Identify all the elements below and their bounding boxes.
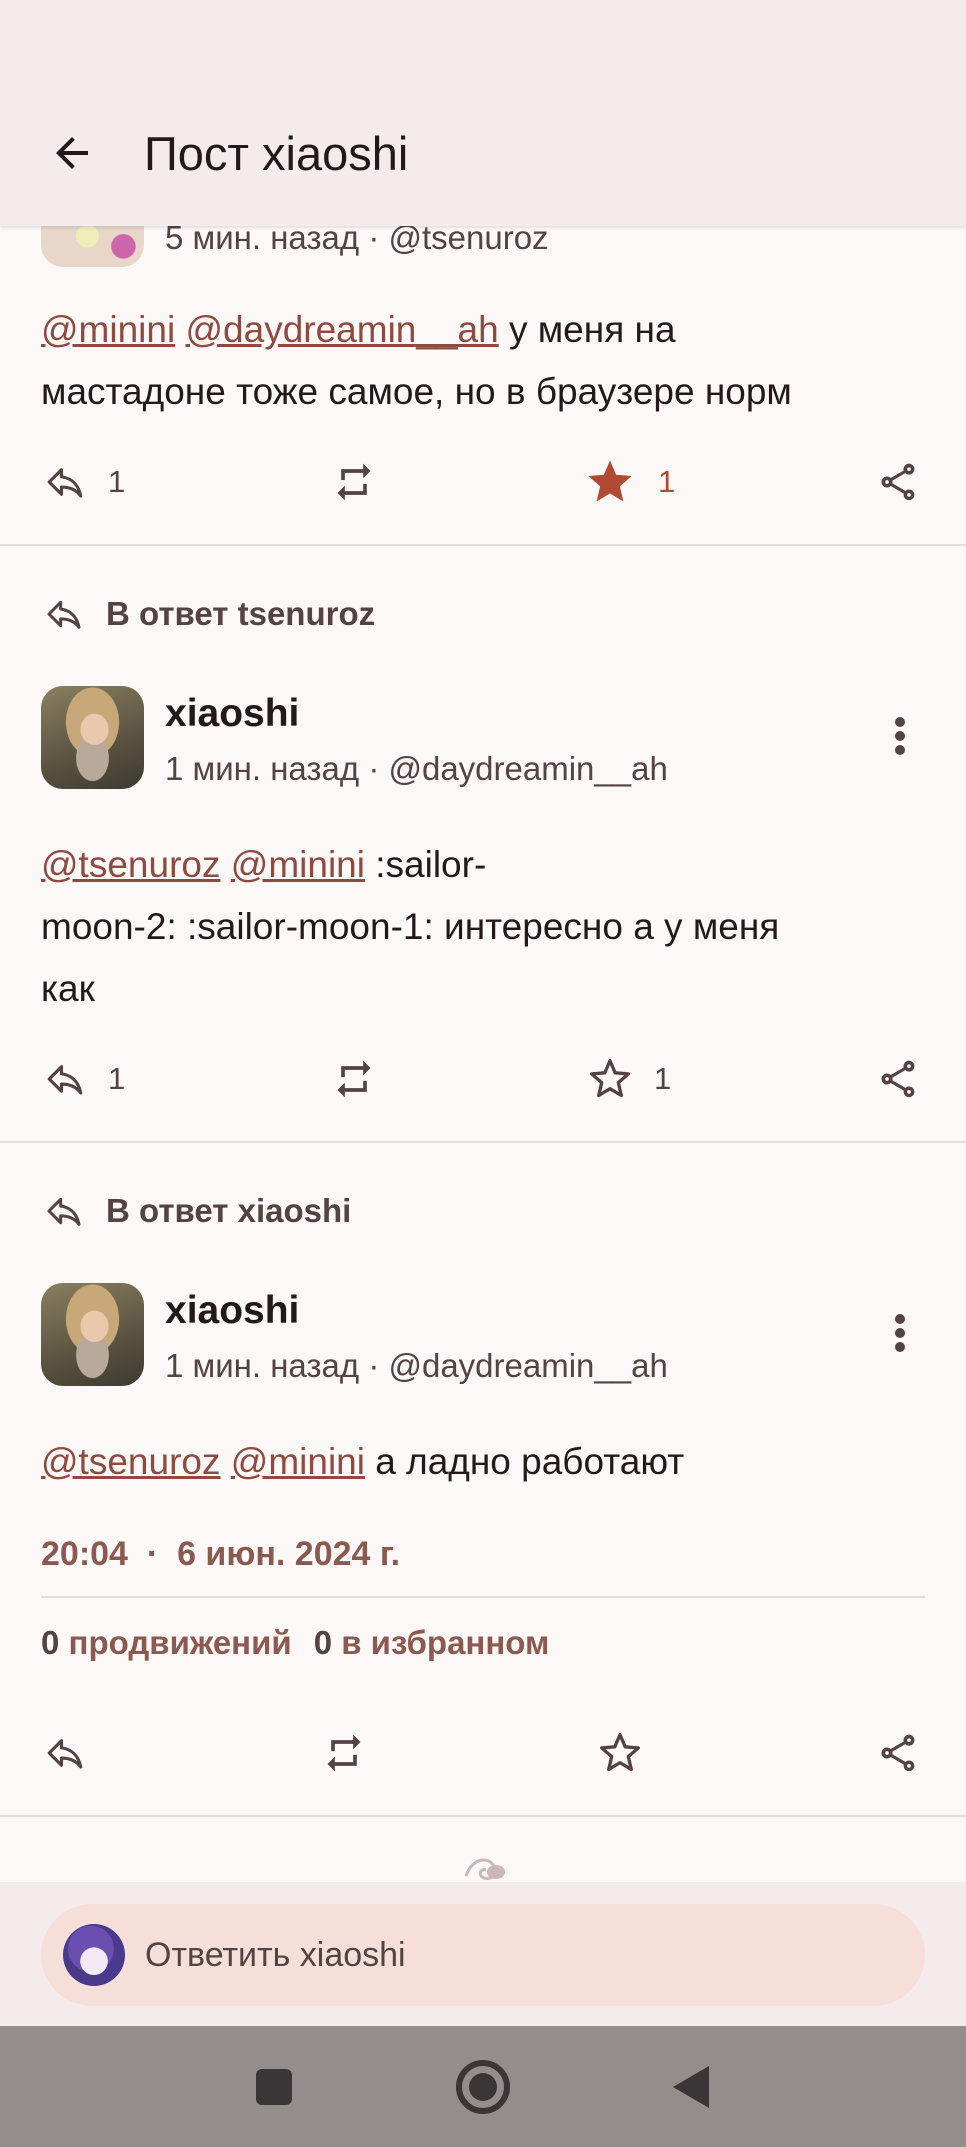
mention-link[interactable]: @tsenuroz xyxy=(41,844,220,885)
reply-composer-bar: Ответить xiaoshi xyxy=(0,1882,966,2026)
reply-icon xyxy=(47,600,81,629)
repeat-icon xyxy=(327,1734,361,1772)
author-name[interactable]: xiaoshi xyxy=(165,692,299,736)
favourite-button[interactable]: 1 xyxy=(584,452,675,512)
more-vert-icon xyxy=(895,1314,905,1352)
app-bar: Пост xiaoshi xyxy=(0,80,966,226)
post-meta: 5 мин. назад · @tsenuroz xyxy=(165,226,549,256)
page-title: Пост xiaoshi xyxy=(144,126,409,180)
boost-button[interactable] xyxy=(322,1723,366,1783)
reply-input[interactable]: Ответить xiaoshi xyxy=(41,1904,925,2006)
more-options-button[interactable] xyxy=(880,706,920,766)
post-timestamp: 20:04 · 6 июн. 2024 г. xyxy=(41,1535,401,1573)
mention-link[interactable]: @minini xyxy=(231,1441,365,1482)
author-name[interactable]: xiaoshi xyxy=(165,1289,299,1333)
divider xyxy=(41,1596,925,1598)
mention-link[interactable]: @minini xyxy=(231,844,365,885)
mention-link[interactable]: @daydreamin__ah xyxy=(185,309,498,350)
avatar xyxy=(63,1924,125,1986)
favourite-button[interactable] xyxy=(598,1723,642,1783)
boost-button[interactable] xyxy=(332,1049,376,1109)
favourite-button[interactable]: 1 xyxy=(588,1049,671,1109)
end-of-thread-icon xyxy=(464,1858,505,1880)
mention-link[interactable]: @tsenuroz xyxy=(41,1441,220,1482)
reply-icon xyxy=(47,468,83,498)
boost-button[interactable] xyxy=(332,452,376,512)
arrow-back-icon xyxy=(56,137,88,169)
back-button[interactable] xyxy=(0,80,144,226)
divider xyxy=(0,1815,966,1817)
in-reply-to[interactable]: В ответ xiaoshi xyxy=(44,1191,351,1231)
divider xyxy=(0,544,966,546)
reply-placeholder: Ответить xiaoshi xyxy=(145,1935,406,1974)
post-stats: 0 продвижений 0 в избранном xyxy=(41,1624,549,1662)
reply-icon xyxy=(47,1065,83,1095)
post-content: @tsenuroz @minini :sailor- moon-2: :sail… xyxy=(41,844,780,1009)
share-icon xyxy=(881,1060,915,1098)
thread-list[interactable]: 5 мин. назад · @tsenuroz @minini @daydre… xyxy=(0,226,966,1882)
reply-count: 1 xyxy=(108,464,126,499)
square-icon xyxy=(256,2069,292,2105)
avatar[interactable] xyxy=(41,686,144,789)
favourite-count: 1 xyxy=(658,464,676,499)
favourites-stat[interactable]: 0 в избранном xyxy=(314,1624,550,1662)
reply-count: 1 xyxy=(108,1061,126,1096)
share-button[interactable] xyxy=(876,1049,920,1109)
repeat-icon xyxy=(337,463,371,501)
post-meta: 1 мин. назад · @daydreamin__ah xyxy=(165,1347,668,1384)
favourite-count: 1 xyxy=(654,1061,672,1096)
circle-icon xyxy=(456,2060,510,2114)
reply-button[interactable] xyxy=(44,1723,86,1783)
post-content: @minini @daydreamin__ah у меня на мастад… xyxy=(41,309,792,412)
system-nav-bar xyxy=(0,2026,966,2147)
star-filled-icon xyxy=(588,460,632,502)
recents-button[interactable] xyxy=(243,2056,305,2118)
reply-icon xyxy=(47,1739,83,1769)
avatar[interactable] xyxy=(41,226,144,267)
back-nav-button[interactable] xyxy=(660,2056,722,2118)
reply-button[interactable]: 1 xyxy=(44,1049,125,1109)
share-button[interactable] xyxy=(876,1723,920,1783)
post-meta: 1 мин. назад · @daydreamin__ah xyxy=(165,750,668,787)
more-vert-icon xyxy=(895,717,905,755)
in-reply-to[interactable]: В ответ tsenuroz xyxy=(44,594,375,634)
reply-button[interactable]: 1 xyxy=(44,452,125,512)
share-icon xyxy=(881,1734,915,1772)
divider xyxy=(0,1141,966,1143)
share-icon xyxy=(881,463,915,501)
boosts-stat[interactable]: 0 продвижений xyxy=(41,1624,292,1662)
star-outline-icon xyxy=(600,1733,640,1772)
reply-icon xyxy=(47,1197,81,1226)
triangle-back-icon xyxy=(673,2066,709,2108)
mention-link[interactable]: @minini xyxy=(41,309,175,350)
repeat-icon xyxy=(337,1060,371,1098)
share-button[interactable] xyxy=(876,452,920,512)
post-content: @tsenuroz @minini а ладно работают xyxy=(41,1441,685,1482)
status-bar xyxy=(0,0,966,80)
home-button[interactable] xyxy=(452,2056,514,2118)
star-outline-icon xyxy=(590,1059,630,1098)
more-options-button[interactable] xyxy=(880,1303,920,1363)
avatar[interactable] xyxy=(41,1283,144,1386)
